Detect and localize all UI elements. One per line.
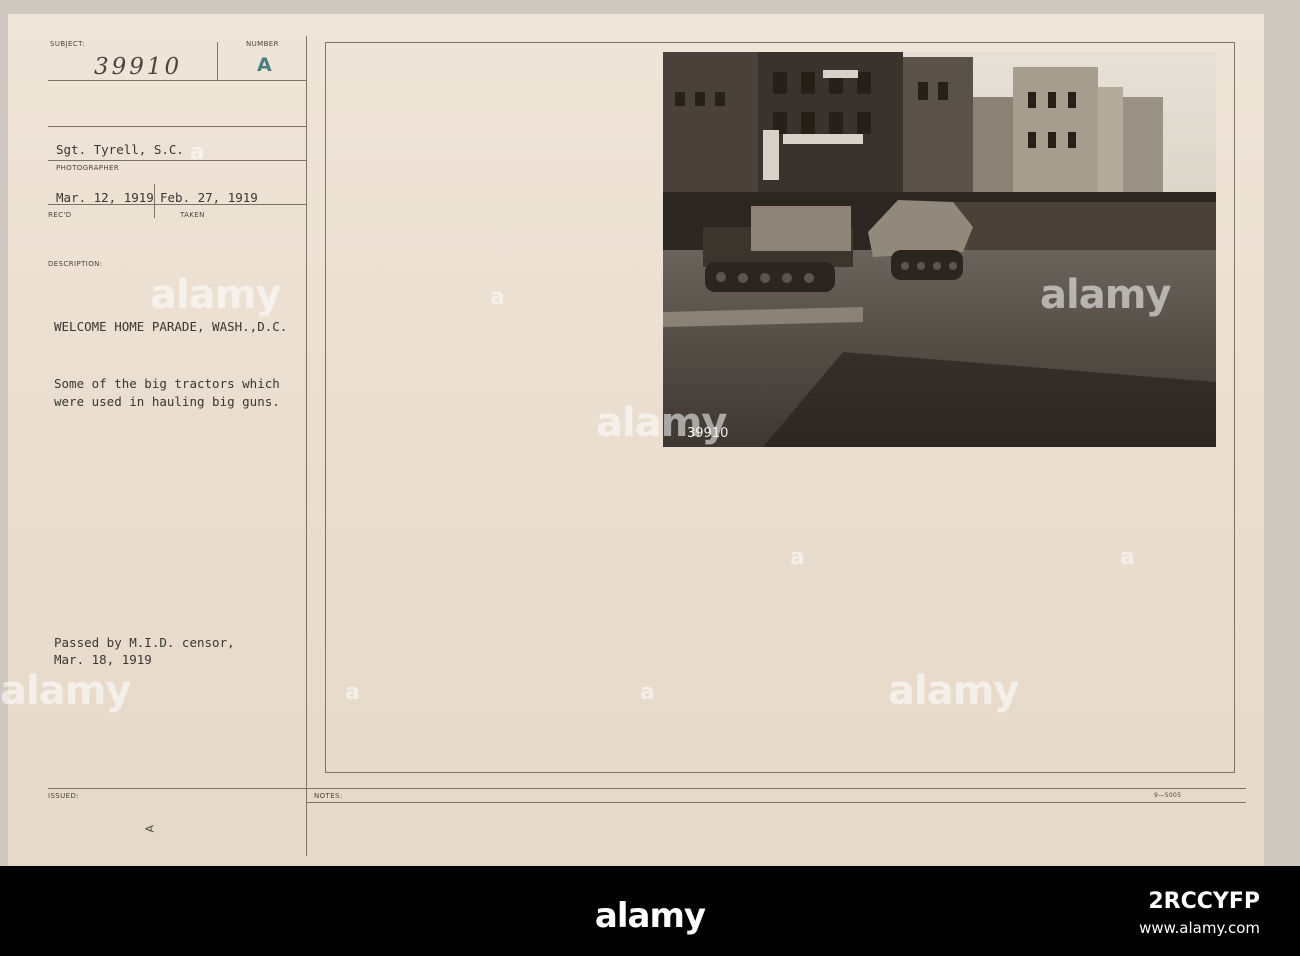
watermark-mark-d: a <box>1120 545 1135 570</box>
photographer-label: PHOTOGRAPHER <box>56 164 120 172</box>
notes-label: NOTES: <box>314 792 343 800</box>
description-line-1: Some of the big tractors which <box>54 376 280 391</box>
watermark-mark-c: a <box>790 545 805 570</box>
description-line-2: were used in hauling big guns. <box>54 394 280 409</box>
subject-label: SUBJECT: <box>50 40 85 48</box>
taken-label: TAKEN <box>180 211 205 219</box>
received-date: Mar. 12, 1919 <box>56 190 154 205</box>
bottom-mark: A <box>143 824 157 833</box>
photo-panel-right-edge <box>1234 42 1235 772</box>
description-label: DESCRIPTION: <box>48 260 103 268</box>
watermark-logo-2: alamy <box>1040 272 1171 318</box>
watermark-mark-a: a <box>190 140 205 165</box>
watermark-logo-4: alamy <box>0 668 131 714</box>
watermark-mark-f: a <box>345 680 360 705</box>
footer-image-id: 2RCCYFP <box>1148 889 1260 914</box>
censor-line-2: Mar. 18, 1919 <box>54 652 152 667</box>
number-stamp: A <box>257 54 272 76</box>
watermark-logo-5: alamy <box>888 668 1019 714</box>
watermark-mark-b: a <box>490 285 505 310</box>
subject-underline <box>48 80 306 81</box>
issued-label: ISSUED: <box>48 792 80 800</box>
footer-logo: alamy <box>594 896 706 936</box>
watermark-logo-3: alamy <box>596 400 727 446</box>
censor-line-1: Passed by M.I.D. censor, <box>54 635 235 650</box>
photographer-name: Sgt. Tyrell, S.C. <box>56 142 184 157</box>
parade-photograph: 39910 <box>663 52 1216 447</box>
watermark-logo-1: alamy <box>150 272 281 318</box>
panel-top-rule <box>325 42 1235 43</box>
taken-date: Feb. 27, 1919 <box>160 190 258 205</box>
parade-scene-image <box>663 52 1216 447</box>
subject-number: 39910 <box>94 54 183 80</box>
subject-number-divider <box>217 42 218 80</box>
number-label: NUMBER <box>246 40 279 48</box>
issued-rule <box>48 788 1246 789</box>
received-label: REC'D <box>48 211 72 219</box>
watermark-mark-e: a <box>640 680 655 705</box>
photographer-rule <box>48 126 306 127</box>
form-number: 9—5005 <box>1154 792 1182 799</box>
photographer-underline <box>48 160 306 161</box>
parade-title: WELCOME HOME PARADE, WASH.,D.C. <box>54 319 288 334</box>
panel-bottom-rule <box>325 772 1235 773</box>
photo-panel-left-edge <box>325 42 326 772</box>
footer-url: www.alamy.com <box>1139 919 1260 937</box>
date-divider <box>154 184 155 218</box>
left-column-divider <box>306 36 307 856</box>
notes-rule <box>306 802 1246 803</box>
